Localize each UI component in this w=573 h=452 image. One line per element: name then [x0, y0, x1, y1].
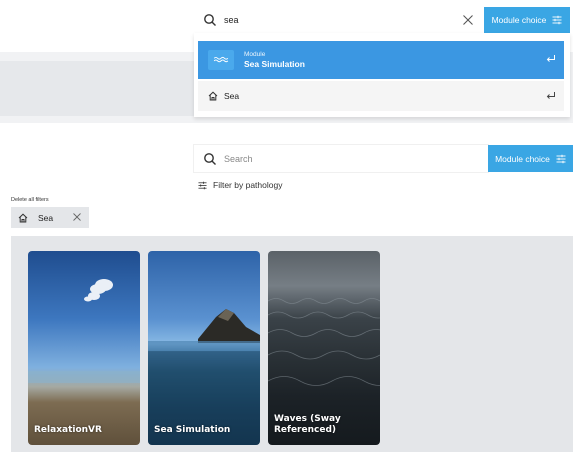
enter-icon — [546, 92, 555, 99]
sliders-icon — [556, 154, 566, 163]
result-module-sea-simulation[interactable]: Module Sea Simulation — [198, 41, 564, 79]
filter-by-pathology-link[interactable]: Filter by pathology — [198, 180, 282, 190]
module-thumbnail — [208, 50, 234, 70]
filter-icon — [198, 181, 207, 189]
module-grid: RelaxationVR Sea Simulation Waves (Sway … — [11, 236, 573, 452]
close-icon — [463, 15, 473, 25]
waves-icon — [213, 56, 229, 63]
module-browser-panel: Search Module choice Filter by pathology… — [0, 128, 573, 452]
module-card-title: Sea Simulation — [154, 425, 231, 436]
module-thumbnail-island — [148, 309, 260, 445]
result-category: Module — [244, 51, 266, 58]
active-filter-chip: Sea — [11, 207, 89, 228]
search-placeholder: Search — [224, 153, 253, 164]
module-choice-button[interactable]: Module choice — [484, 7, 570, 33]
module-card-waves-sway-referenced[interactable]: Waves (Sway Referenced) — [268, 251, 380, 445]
search-input[interactable]: Search — [194, 145, 488, 172]
module-card-relaxationvr[interactable]: RelaxationVR — [28, 251, 140, 445]
enter-icon — [546, 55, 555, 62]
search-dropdown-panel: sea Module choice Module Sea Simulation … — [0, 0, 573, 123]
result-name: Sea — [224, 91, 240, 101]
house-icon — [208, 91, 218, 101]
delete-all-filters-link[interactable]: Delete all filters — [11, 197, 49, 203]
remove-filter-icon[interactable] — [72, 212, 82, 222]
background-strip — [0, 61, 195, 116]
search-results-dropdown: Module Sea Simulation Sea — [194, 33, 570, 117]
search-icon — [204, 14, 216, 26]
module-choice-label: Module choice — [495, 153, 550, 164]
active-filter-label: Sea — [38, 212, 54, 223]
result-name: Sea Simulation — [244, 59, 305, 69]
module-choice-label: Module choice — [491, 15, 547, 25]
search-value: sea — [224, 15, 239, 25]
module-choice-button[interactable]: Module choice — [488, 145, 573, 172]
module-thumbnail-beach — [28, 279, 140, 383]
clear-search-button[interactable] — [458, 10, 478, 30]
sliders-icon — [552, 15, 562, 25]
search-icon — [204, 152, 216, 165]
search-input[interactable]: sea — [194, 7, 484, 33]
module-card-title: RelaxationVR — [34, 425, 102, 436]
module-card-sea-simulation[interactable]: Sea Simulation — [148, 251, 260, 445]
house-icon — [18, 213, 28, 222]
result-pathology-sea[interactable]: Sea — [198, 81, 564, 111]
filter-by-pathology-label: Filter by pathology — [213, 180, 283, 190]
module-card-title: Waves (Sway Referenced) — [274, 413, 341, 436]
